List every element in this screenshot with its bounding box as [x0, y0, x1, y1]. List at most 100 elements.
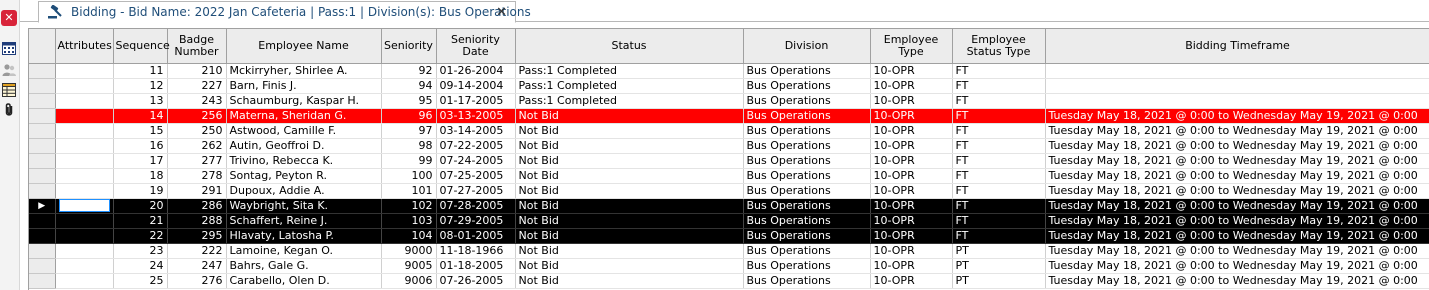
division-cell[interactable]: Bus Operations: [743, 153, 871, 169]
seniority-cell[interactable]: 104: [381, 228, 437, 244]
table-row[interactable]: 17 277 Trivino, Rebecca K. 99 07-24-2005 Not …: [29, 153, 1429, 169]
row-selector[interactable]: [29, 93, 56, 109]
attributes-cell[interactable]: [55, 258, 114, 274]
bidding-timeframe-cell[interactable]: Tuesday May 18, 2021 @ 0:00 to Wednesday…: [1045, 183, 1429, 199]
column-header[interactable]: Seniority: [381, 29, 437, 64]
seniority-cell[interactable]: 102: [381, 198, 437, 214]
employee-name-cell[interactable]: Materna, Sheridan G.: [226, 108, 382, 124]
employee-status-type-cell[interactable]: FT: [952, 108, 1046, 124]
sequence-cell[interactable]: 24: [113, 258, 168, 274]
division-cell[interactable]: Bus Operations: [743, 183, 871, 199]
seniority-date-cell[interactable]: 01-17-2005: [436, 93, 516, 109]
people-icon[interactable]: [1, 62, 17, 78]
row-selector[interactable]: [29, 153, 56, 169]
close-panel-icon[interactable]: ✕: [1, 10, 17, 26]
employee-status-type-cell[interactable]: PT: [952, 243, 1046, 259]
employee-type-cell[interactable]: 10-OPR: [870, 228, 953, 244]
division-cell[interactable]: Bus Operations: [743, 168, 871, 184]
employee-status-type-cell[interactable]: FT: [952, 63, 1046, 79]
employee-name-cell[interactable]: Trivino, Rebecca K.: [226, 153, 382, 169]
attributes-cell[interactable]: [55, 213, 114, 229]
employee-status-type-cell[interactable]: FT: [952, 213, 1046, 229]
employee-status-type-cell[interactable]: PT: [952, 273, 1046, 289]
division-cell[interactable]: Bus Operations: [743, 258, 871, 274]
badge-number-cell[interactable]: 277: [167, 153, 227, 169]
table-row[interactable]: 19 291 Dupoux, Addie A. 101 07-27-2005 Not Bi…: [29, 183, 1429, 199]
badge-number-cell[interactable]: 295: [167, 228, 227, 244]
division-cell[interactable]: Bus Operations: [743, 198, 871, 214]
attributes-cell[interactable]: [55, 138, 114, 154]
employee-name-cell[interactable]: Mckirryher, Shirlee A.: [226, 63, 382, 79]
attributes-cell[interactable]: [55, 78, 114, 94]
division-cell[interactable]: Bus Operations: [743, 108, 871, 124]
seniority-cell[interactable]: 98: [381, 138, 437, 154]
row-selector[interactable]: [29, 243, 56, 259]
badge-number-cell[interactable]: 250: [167, 123, 227, 139]
seniority-cell[interactable]: 101: [381, 183, 437, 199]
employee-type-cell[interactable]: 10-OPR: [870, 153, 953, 169]
employee-type-cell[interactable]: 10-OPR: [870, 183, 953, 199]
employee-type-cell[interactable]: 10-OPR: [870, 93, 953, 109]
badge-number-cell[interactable]: 247: [167, 258, 227, 274]
table-row[interactable]: 15 250 Astwood, Camille F. 97 03-14-2005 Not …: [29, 123, 1429, 139]
row-selector[interactable]: [29, 258, 56, 274]
table-row[interactable]: ▶ 20 286 Waybright, Sita K. 102 07-28-2005 Not…: [29, 198, 1429, 214]
employee-type-cell[interactable]: 10-OPR: [870, 243, 953, 259]
bidding-timeframe-cell[interactable]: Tuesday May 18, 2021 @ 0:00 to Wednesday…: [1045, 153, 1429, 169]
attributes-cell[interactable]: [55, 153, 114, 169]
attributes-cell[interactable]: [55, 123, 114, 139]
employee-type-cell[interactable]: 10-OPR: [870, 213, 953, 229]
seniority-cell[interactable]: 100: [381, 168, 437, 184]
employee-status-type-cell[interactable]: FT: [952, 78, 1046, 94]
badge-number-cell[interactable]: 256: [167, 108, 227, 124]
employee-name-cell[interactable]: Schaumburg, Kaspar H.: [226, 93, 382, 109]
column-header[interactable]: Seniority Date: [436, 29, 516, 64]
row-selector[interactable]: [29, 108, 56, 124]
seniority-cell[interactable]: 92: [381, 63, 437, 79]
badge-number-cell[interactable]: 210: [167, 63, 227, 79]
row-selector[interactable]: ▶: [29, 198, 56, 214]
tab-close-icon[interactable]: ✕: [496, 5, 507, 20]
bidding-timeframe-cell[interactable]: [1045, 78, 1429, 94]
employee-type-cell[interactable]: 10-OPR: [870, 273, 953, 289]
seniority-date-cell[interactable]: 07-22-2005: [436, 138, 516, 154]
employee-status-type-cell[interactable]: FT: [952, 123, 1046, 139]
seniority-date-cell[interactable]: 07-27-2005: [436, 183, 516, 199]
seniority-cell[interactable]: 103: [381, 213, 437, 229]
status-cell[interactable]: Pass:1 Completed: [515, 63, 744, 79]
table-row[interactable]: 21 288 Schaffert, Reine J. 103 07-29-2005 Not…: [29, 213, 1429, 229]
bidding-timeframe-cell[interactable]: Tuesday May 18, 2021 @ 0:00 to Wednesday…: [1045, 168, 1429, 184]
seniority-cell[interactable]: 9006: [381, 273, 437, 289]
calendar-icon[interactable]: [1, 40, 17, 56]
seniority-date-cell[interactable]: 07-24-2005: [436, 153, 516, 169]
sequence-cell[interactable]: 21: [113, 213, 168, 229]
employee-status-type-cell[interactable]: FT: [952, 198, 1046, 214]
status-cell[interactable]: Not Bid: [515, 243, 744, 259]
status-cell[interactable]: Not Bid: [515, 108, 744, 124]
seniority-date-cell[interactable]: 01-18-2005: [436, 258, 516, 274]
bidding-timeframe-cell[interactable]: Tuesday May 18, 2021 @ 0:00 to Wednesday…: [1045, 108, 1429, 124]
employee-name-cell[interactable]: Schaffert, Reine J.: [226, 213, 382, 229]
active-cell-editor[interactable]: [58, 199, 110, 212]
attributes-cell[interactable]: [55, 228, 114, 244]
badge-number-cell[interactable]: 262: [167, 138, 227, 154]
status-cell[interactable]: Not Bid: [515, 228, 744, 244]
sequence-cell[interactable]: 22: [113, 228, 168, 244]
attributes-cell[interactable]: [55, 168, 114, 184]
tab-bidding[interactable]: Bidding - Bid Name: 2022 Jan Cafeteria |…: [38, 1, 531, 23]
status-cell[interactable]: Not Bid: [515, 273, 744, 289]
attributes-cell[interactable]: [55, 273, 114, 289]
table-row[interactable]: 25 276 Carabello, Olen D. 9006 07-26-2005 Not…: [29, 273, 1429, 289]
sequence-cell[interactable]: 20: [113, 198, 168, 214]
column-header[interactable]: Employee Status Type: [952, 29, 1046, 64]
row-selector[interactable]: [29, 138, 56, 154]
row-selector[interactable]: [29, 63, 56, 79]
row-selector[interactable]: [29, 273, 56, 289]
bidding-timeframe-cell[interactable]: Tuesday May 18, 2021 @ 0:00 to Wednesday…: [1045, 123, 1429, 139]
sequence-cell[interactable]: 12: [113, 78, 168, 94]
seniority-cell[interactable]: 9000: [381, 243, 437, 259]
column-header[interactable]: Bidding Timeframe: [1045, 29, 1429, 64]
row-selector[interactable]: [29, 78, 56, 94]
column-header[interactable]: Attributes: [55, 29, 114, 64]
row-selector[interactable]: [29, 123, 56, 139]
